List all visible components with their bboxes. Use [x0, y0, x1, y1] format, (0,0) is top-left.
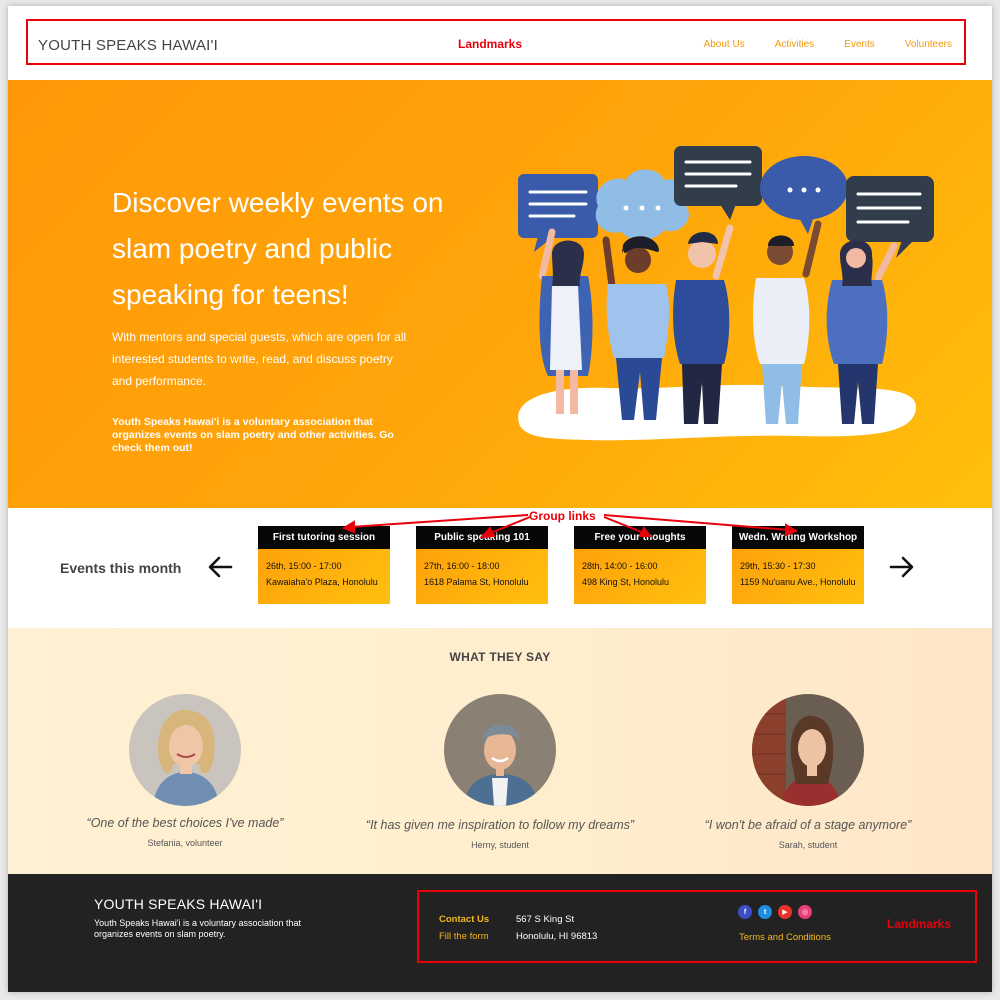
hero-headline: Discover weekly events on slam poetry an… — [112, 187, 444, 310]
event-datetime: 28th, 14:00 - 16:00 — [582, 561, 658, 571]
testimonial-quote: “It has given me inspiration to follow m… — [365, 818, 635, 832]
event-name: Wedn. Writing Workshop — [732, 526, 864, 549]
event-datetime: 27th, 16:00 - 18:00 — [424, 561, 500, 571]
group-links-annotation-label: Group links — [529, 509, 596, 523]
testimonial-author: Sarah, student — [778, 840, 838, 850]
testimonial-author: Stefania, volunteer — [147, 838, 223, 848]
nav-events[interactable]: Events — [844, 39, 875, 50]
testimonial: “I won't be afraid of a stage anymore” S… — [658, 694, 958, 850]
people-speech-bubbles-illustration — [518, 146, 934, 441]
events-next-button[interactable] — [886, 552, 916, 582]
arrow-right-icon — [889, 556, 914, 578]
event-place: 498 King St, Honolulu — [582, 577, 670, 587]
events-section: Events this month First tutoring session… — [8, 508, 992, 628]
nav-activities[interactable]: Activities — [775, 39, 814, 50]
event-card[interactable]: First tutoring session 26th, 15:00 - 17:… — [258, 526, 390, 604]
event-datetime: 26th, 15:00 - 17:00 — [266, 561, 342, 571]
page: YOUTH SPEAKS HAWAI'I About Us Activities… — [8, 6, 992, 992]
dribbble-icon[interactable]: ◎ — [798, 905, 812, 919]
avatar — [129, 694, 241, 806]
avatar — [752, 694, 864, 806]
main-nav: About Us Activities Events Volunteers — [704, 39, 952, 50]
hero-about-text: Youth Speaks Hawai'i is a voluntary asso… — [112, 416, 394, 454]
nav-volunteers[interactable]: Volunteers — [905, 39, 952, 50]
footer-logo[interactable]: YOUTH SPEAKS HAWAI'I — [94, 896, 262, 912]
terms-link[interactable]: Terms and Conditions — [739, 932, 831, 943]
event-place: 1159 Nu'uanu Ave., Honolulu — [740, 577, 856, 587]
site-logo[interactable]: YOUTH SPEAKS HAWAI'I — [38, 37, 218, 54]
youtube-icon[interactable]: ▶ — [778, 905, 792, 919]
event-name: First tutoring session — [258, 526, 390, 549]
twitter-icon[interactable]: t — [758, 905, 772, 919]
event-datetime: 29th, 15:30 - 17:30 — [740, 561, 816, 571]
testimonials-section: WHAT THEY SAY “One of the best choices I… — [8, 628, 992, 874]
social-links: f t ▶ ◎ — [738, 905, 812, 919]
address-line-1: 567 S King St — [516, 914, 575, 925]
footer-landmark-annotation-label: Landmarks — [887, 917, 952, 931]
testimonial-quote: “I won't be afraid of a stage anymore” — [704, 818, 912, 832]
arrow-left-icon — [208, 556, 233, 578]
contact-us-link[interactable]: Contact Us — [439, 914, 489, 925]
nav-about-us[interactable]: About Us — [704, 39, 745, 50]
facebook-icon[interactable]: f — [738, 905, 752, 919]
address-line-2: Honolulu, HI 96813 — [516, 931, 598, 942]
hero-section: Discover weekly events on slam poetry an… — [8, 80, 992, 508]
event-place: 1618 Palama St, Honolulu — [424, 577, 529, 587]
event-place: Kawaiaha'o Plaza, Honolulu — [266, 577, 378, 587]
event-card[interactable]: Free your thoughts 28th, 14:00 - 16:00 4… — [574, 526, 706, 604]
testimonial-author: Herny, student — [471, 840, 529, 850]
hero-lead-text: With mentors and special guests, which a… — [112, 330, 407, 388]
events-title: Events this month — [60, 560, 182, 576]
testimonial: “One of the best choices I've made” Stef… — [35, 694, 335, 848]
event-card[interactable]: Public speaking 101 27th, 16:00 - 18:00 … — [416, 526, 548, 604]
avatar — [444, 694, 556, 806]
event-card[interactable]: Wedn. Writing Workshop 29th, 15:30 - 17:… — [732, 526, 864, 604]
testimonials-title: WHAT THEY SAY — [449, 650, 551, 664]
header-landmark-annotation-label: Landmarks — [458, 37, 523, 51]
site-footer: YOUTH SPEAKS HAWAI'I Youth Speaks Hawai'… — [8, 874, 992, 992]
event-name: Free your thoughts — [574, 526, 706, 549]
testimonial: “It has given me inspiration to follow m… — [350, 694, 650, 850]
footer-description: Youth Speaks Hawai'i is a voluntary asso… — [94, 918, 302, 939]
testimonial-quote: “One of the best choices I've made” — [86, 816, 284, 830]
event-name: Public speaking 101 — [416, 526, 548, 549]
fill-form-link[interactable]: Fill the form — [439, 931, 489, 942]
events-prev-button[interactable] — [206, 552, 236, 582]
